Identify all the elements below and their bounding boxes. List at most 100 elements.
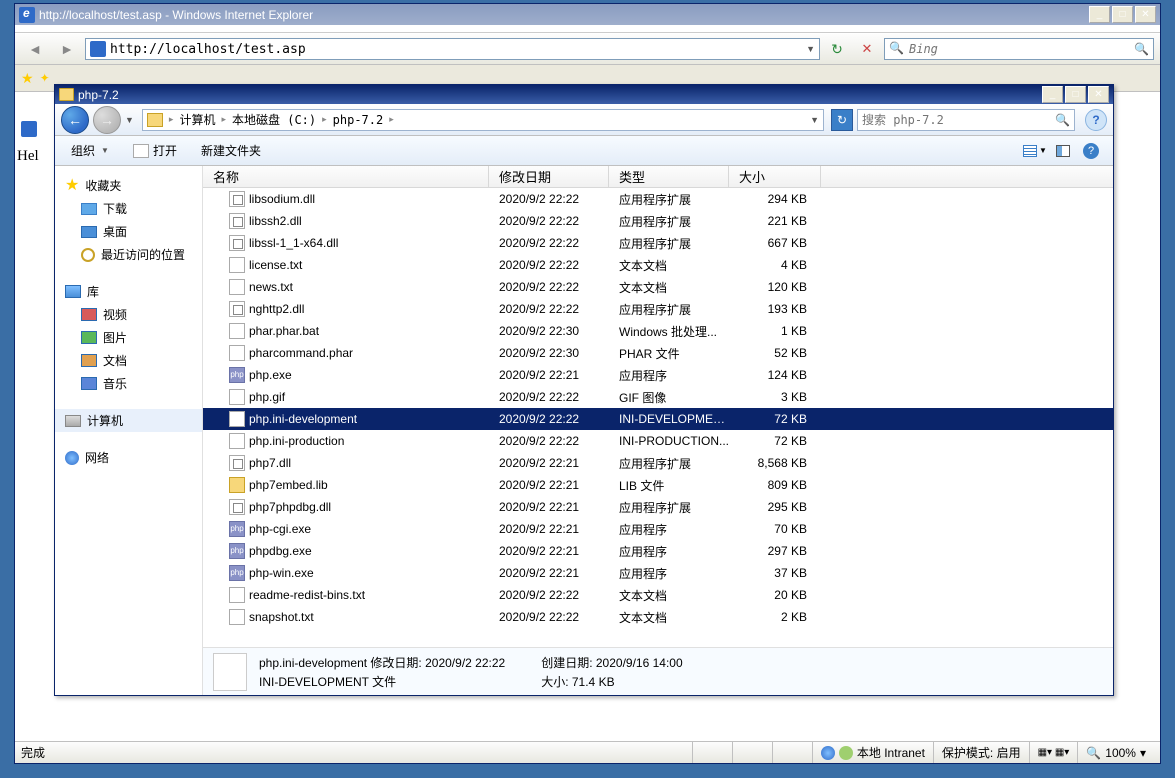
sidebar-item-network[interactable]: 网络 <box>55 446 202 469</box>
file-row[interactable]: phpphp-win.exe2020/9/2 22:21应用程序37 KB <box>203 562 1113 584</box>
crumb-disk[interactable]: 本地磁盘 (C:) <box>228 111 320 128</box>
exp-close-button[interactable]: ✕ <box>1088 86 1109 103</box>
exp-help-button[interactable]: ? <box>1085 109 1107 131</box>
search-icon-right[interactable]: 🔍 <box>1134 42 1149 56</box>
list-view-icon <box>1023 145 1037 157</box>
file-size: 295 KB <box>729 500 821 514</box>
file-type: 应用程序扩展 <box>609 235 729 252</box>
file-row[interactable]: libsodium.dll2020/9/2 22:22应用程序扩展294 KB <box>203 188 1113 210</box>
file-row[interactable]: phpphp-cgi.exe2020/9/2 22:21应用程序70 KB <box>203 518 1113 540</box>
file-row[interactable]: php.gif2020/9/2 22:22GIF 图像3 KB <box>203 386 1113 408</box>
ie-titlebar[interactable]: http://localhost/test.asp - Windows Inte… <box>15 4 1160 25</box>
sidebar-item-desktop[interactable]: 桌面 <box>55 220 202 243</box>
file-row[interactable]: php7.dll2020/9/2 22:21应用程序扩展8,568 KB <box>203 452 1113 474</box>
address-bar[interactable]: ▼ <box>85 38 820 60</box>
status-zoom[interactable]: 🔍100% ▾ <box>1077 742 1154 763</box>
forward-button[interactable]: ► <box>53 36 81 62</box>
history-dropdown[interactable]: ▼ <box>125 115 134 125</box>
dropdown-icon[interactable]: ▼ <box>806 44 815 54</box>
add-favorites-icon[interactable]: ✦ <box>40 71 50 85</box>
col-date[interactable]: 修改日期 <box>489 166 609 187</box>
exp-forward-button[interactable]: → <box>93 106 121 134</box>
status-tools[interactable]: ▦▾ ▦▾ <box>1029 742 1078 763</box>
file-row[interactable]: pharcommand.phar2020/9/2 22:30PHAR 文件52 … <box>203 342 1113 364</box>
back-button[interactable]: ◄ <box>21 36 49 62</box>
ini-file-icon <box>229 411 245 427</box>
dll-file-icon <box>229 301 245 317</box>
sidebar-item-pictures[interactable]: 图片 <box>55 326 202 349</box>
document-icon <box>81 354 97 367</box>
sidebar-item-documents[interactable]: 文档 <box>55 349 202 372</box>
sidebar-item-recent[interactable]: 最近访问的位置 <box>55 243 202 266</box>
sidebar-item-favorites[interactable]: ★收藏夹 <box>55 174 202 197</box>
breadcrumb[interactable]: ▸ 计算机 ▸ 本地磁盘 (C:) ▸ php-7.2 ▸ ▼ <box>142 109 824 131</box>
details-created: 创建日期: 2020/9/16 14:00 <box>541 654 682 671</box>
exp-search-box[interactable]: 🔍 <box>857 109 1075 131</box>
sidebar-item-videos[interactable]: 视频 <box>55 303 202 326</box>
file-row[interactable]: libssl-1_1-x64.dll2020/9/2 22:22应用程序扩展66… <box>203 232 1113 254</box>
sidebar-item-music[interactable]: 音乐 <box>55 372 202 395</box>
refresh-button[interactable]: ↻ <box>826 38 848 60</box>
file-type: 文本文档 <box>609 609 729 626</box>
file-row[interactable]: readme-redist-bins.txt2020/9/2 22:22文本文档… <box>203 584 1113 606</box>
file-row[interactable]: php7phpdbg.dll2020/9/2 22:21应用程序扩展295 KB <box>203 496 1113 518</box>
downloads-icon <box>81 203 97 215</box>
sidebar-item-downloads[interactable]: 下载 <box>55 197 202 220</box>
view-button[interactable]: ▼ <box>1023 140 1047 162</box>
crumb-folder[interactable]: php-7.2 <box>329 113 388 127</box>
tab-icon[interactable] <box>21 121 37 137</box>
col-name[interactable]: 名称 <box>203 166 489 187</box>
file-row[interactable]: php.ini-development2020/9/2 22:22INI-DEV… <box>203 408 1113 430</box>
url-input[interactable] <box>110 42 806 57</box>
tb-organize[interactable]: 组织▼ <box>65 139 115 162</box>
file-date: 2020/9/2 22:22 <box>489 412 609 426</box>
chevron-right-icon[interactable]: ▸ <box>221 114 226 125</box>
file-date: 2020/9/2 22:22 <box>489 390 609 404</box>
file-row[interactable]: php7embed.lib2020/9/2 22:21LIB 文件809 KB <box>203 474 1113 496</box>
maximize-button[interactable]: □ <box>1112 6 1133 23</box>
file-size: 193 KB <box>729 302 821 316</box>
sidebar-item-computer[interactable]: 计算机 <box>55 409 202 432</box>
help-button[interactable]: ? <box>1079 140 1103 162</box>
exp-back-button[interactable]: ← <box>61 106 89 134</box>
file-row[interactable]: phpphp.exe2020/9/2 22:21应用程序124 KB <box>203 364 1113 386</box>
file-date: 2020/9/2 22:22 <box>489 610 609 624</box>
file-row[interactable]: php.ini-production2020/9/2 22:22INI-PROD… <box>203 430 1113 452</box>
file-name: libssh2.dll <box>249 214 302 228</box>
exp-search-input[interactable] <box>862 113 1055 127</box>
file-row[interactable]: phpphpdbg.exe2020/9/2 22:21应用程序297 KB <box>203 540 1113 562</box>
file-row[interactable]: license.txt2020/9/2 22:22文本文档4 KB <box>203 254 1113 276</box>
ie-search-box[interactable]: 🔍 🔍 <box>884 38 1154 60</box>
chevron-right-icon[interactable]: ▸ <box>389 114 394 125</box>
file-list[interactable]: libsodium.dll2020/9/2 22:22应用程序扩展294 KBl… <box>203 188 1113 647</box>
status-protect: 保护模式: 启用 <box>933 742 1029 763</box>
favorites-star-icon[interactable]: ★ <box>21 70 34 87</box>
file-row[interactable]: nghttp2.dll2020/9/2 22:22应用程序扩展193 KB <box>203 298 1113 320</box>
chevron-right-icon[interactable]: ▸ <box>322 114 327 125</box>
exp-refresh-button[interactable]: ↻ <box>831 109 853 131</box>
breadcrumb-dropdown-icon[interactable]: ▼ <box>810 115 819 125</box>
file-row[interactable]: libssh2.dll2020/9/2 22:22应用程序扩展221 KB <box>203 210 1113 232</box>
file-row[interactable]: news.txt2020/9/2 22:22文本文档120 KB <box>203 276 1113 298</box>
exp-maximize-button[interactable]: □ <box>1065 86 1086 103</box>
minimize-button[interactable]: _ <box>1089 6 1110 23</box>
explorer-titlebar[interactable]: php-7.2 _ □ ✕ <box>55 85 1113 104</box>
stop-button[interactable]: ✕ <box>856 38 878 60</box>
file-row[interactable]: snapshot.txt2020/9/2 22:22文本文档2 KB <box>203 606 1113 628</box>
tb-newfolder[interactable]: 新建文件夹 <box>195 139 267 162</box>
col-size[interactable]: 大小 <box>729 166 821 187</box>
crumb-computer[interactable]: 计算机 <box>175 111 219 128</box>
sidebar-item-libraries[interactable]: 库 <box>55 280 202 303</box>
col-type[interactable]: 类型 <box>609 166 729 187</box>
pane-button[interactable] <box>1051 140 1075 162</box>
search-icon[interactable]: 🔍 <box>1055 113 1070 127</box>
music-icon <box>81 377 97 390</box>
dll-file-icon <box>229 499 245 515</box>
close-button[interactable]: ✕ <box>1135 6 1156 23</box>
ie-search-input[interactable] <box>909 42 1134 56</box>
chevron-right-icon[interactable]: ▸ <box>169 114 174 125</box>
explorer-window: php-7.2 _ □ ✕ ← → ▼ ▸ 计算机 ▸ 本地磁盘 (C:) ▸ … <box>54 84 1114 696</box>
file-row[interactable]: phar.phar.bat2020/9/2 22:30Windows 批处理..… <box>203 320 1113 342</box>
exp-minimize-button[interactable]: _ <box>1042 86 1063 103</box>
tb-open[interactable]: 打开 <box>127 139 183 162</box>
